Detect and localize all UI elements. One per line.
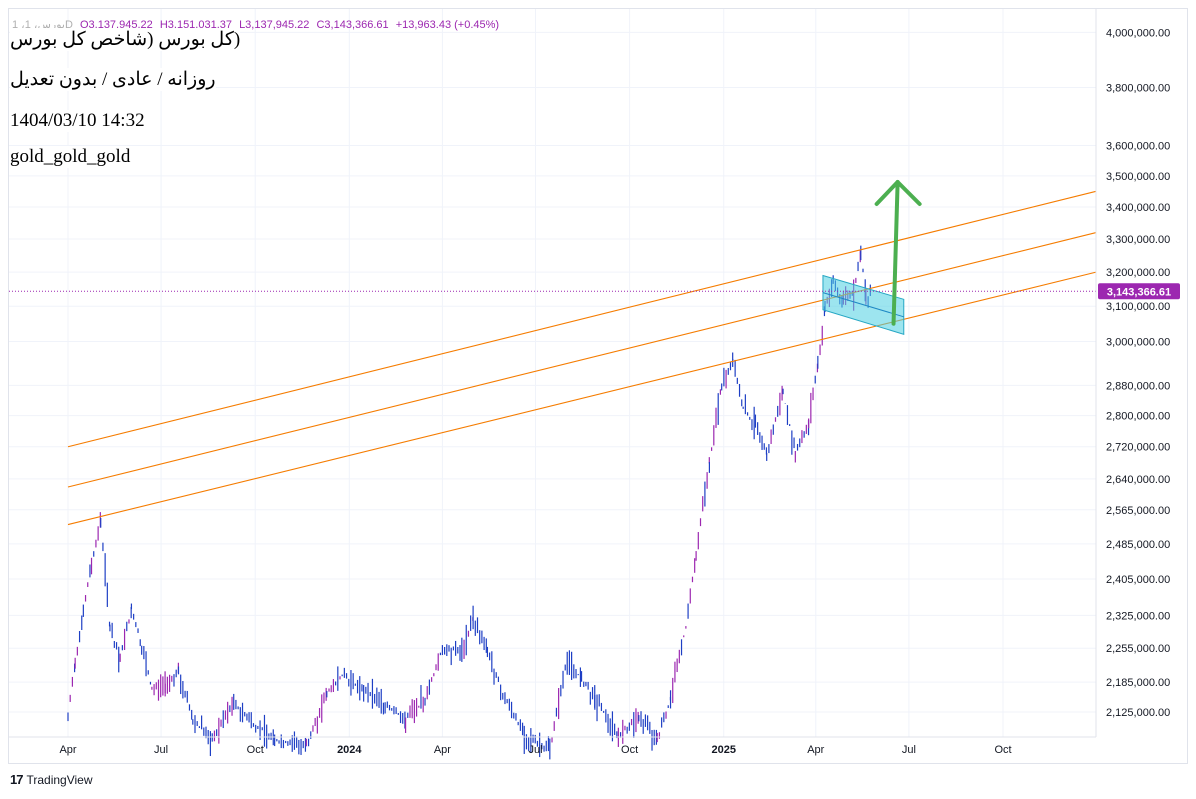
footer: 17 TradingView — [10, 772, 93, 787]
y-tick-label: 2,565,000.00 — [1106, 505, 1170, 517]
y-tick-label: 3,800,000.00 — [1106, 82, 1170, 94]
info-title: (کل بورس (شاخص کل بورس — [10, 28, 241, 51]
y-tick-label: 2,255,000.00 — [1106, 643, 1170, 655]
y-tick-label: 2,405,000.00 — [1106, 574, 1170, 586]
y-tick-label: 2,125,000.00 — [1106, 707, 1170, 719]
x-tick-label: Oct — [247, 744, 264, 756]
drawing-overlay — [9, 179, 1096, 336]
x-tick-label: Jul — [154, 744, 168, 756]
y-tick-label: 3,100,000.00 — [1106, 301, 1170, 313]
y-tick-label: 2,640,000.00 — [1106, 474, 1170, 486]
info-watermark: gold_gold_gold — [10, 146, 131, 168]
close-value: C3,143,366.61 — [316, 19, 389, 31]
x-tick-label: Apr — [807, 744, 824, 756]
y-tick-label: 2,325,000.00 — [1106, 610, 1170, 622]
y-tick-label: 2,185,000.00 — [1106, 677, 1170, 689]
tradingview-logo-icon[interactable]: 17 — [10, 772, 24, 787]
trend-lines — [67, 190, 1097, 526]
grid — [9, 9, 1096, 737]
change-value: +13,963.43 (+0.45%) — [395, 19, 500, 31]
x-tick-label: Jul — [902, 744, 916, 756]
y-tick-label: 3,200,000.00 — [1106, 267, 1170, 279]
y-tick-label: 2,800,000.00 — [1106, 411, 1170, 423]
x-tick-label: Oct — [621, 744, 638, 756]
y-tick-label: 2,720,000.00 — [1106, 442, 1170, 454]
brand-label: TradingView — [26, 772, 93, 787]
y-tick-label: 2,485,000.00 — [1106, 539, 1170, 551]
x-tick-label: Apr — [59, 744, 76, 756]
info-datetime: 1404/03/10 14:32 — [10, 110, 145, 132]
y-tick-label: 2,880,000.00 — [1106, 380, 1170, 392]
trend-line — [67, 271, 1097, 526]
y-tick-label: 3,300,000.00 — [1106, 234, 1170, 246]
x-tick-label: 2025 — [711, 744, 735, 756]
price-axis: 4,000,000.00 3,800,000.00 3,600,000.00 3,50… — [1095, 9, 1180, 737]
trend-line — [67, 190, 1097, 448]
y-tick-label: 3,500,000.00 — [1106, 171, 1170, 183]
price-chart[interactable]: 4,000,000.00 3,800,000.00 3,600,000.00 3,50… — [0, 0, 1196, 799]
y-tick-label: 4,000,000.00 — [1106, 27, 1170, 39]
x-tick-label: 2024 — [337, 744, 362, 756]
low-value: L3,137,945.22 — [239, 19, 310, 31]
x-tick-label: Oct — [994, 744, 1011, 756]
x-tick-label: Jul — [528, 744, 542, 756]
last-price-label: 3,143,366.61 — [1107, 286, 1171, 298]
y-tick-label: 3,000,000.00 — [1106, 336, 1170, 348]
y-tick-label: 3,400,000.00 — [1106, 202, 1170, 214]
y-tick-label: 3,600,000.00 — [1106, 141, 1170, 153]
x-tick-label: Apr — [434, 744, 451, 756]
info-subtitle: روزانه / عادی / بدون تعدیل — [10, 68, 216, 91]
trend-line — [67, 232, 1097, 488]
